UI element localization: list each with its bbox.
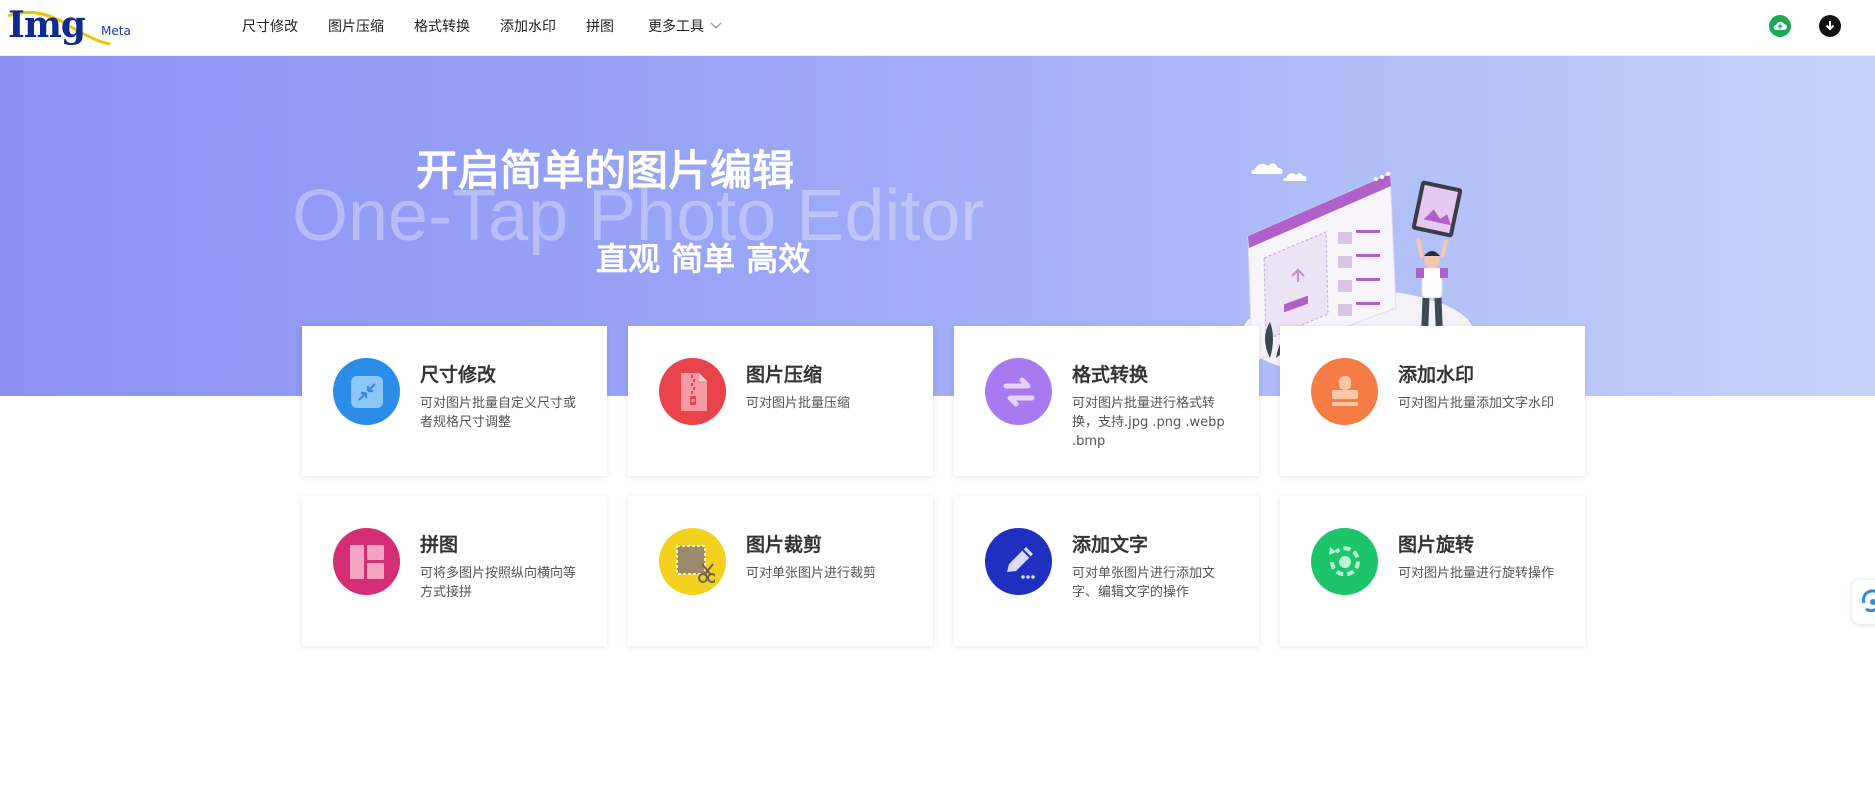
site-logo[interactable]: Img Meta: [7, 4, 138, 48]
tool-title: 格式转换: [1072, 364, 1149, 386]
tool-card-convert[interactable]: 格式转换 可对图片批量进行格式转换，支持.jpg .png .webp .bmp: [954, 326, 1259, 476]
rotate-icon: [1311, 528, 1378, 595]
tool-title: 图片旋转: [1398, 534, 1475, 556]
tool-card-collage[interactable]: 拼图 可将多图片按照纵向横向等方式接拼: [302, 496, 607, 646]
logo-subtext: Meta: [101, 24, 131, 38]
tool-card-crop[interactable]: 图片裁剪 可对单张图片进行裁剪: [628, 496, 933, 646]
side-floating-button[interactable]: [1852, 580, 1875, 624]
tool-title: 尺寸修改: [420, 364, 497, 386]
nav-label: 格式转换: [414, 19, 470, 35]
chevron-down-icon: [710, 22, 722, 29]
hero-title: 开启简单的图片编辑: [416, 146, 795, 195]
nav-label: 更多工具: [648, 19, 704, 35]
stamp-icon: [1311, 358, 1378, 425]
nav-item-watermark[interactable]: 添加水印: [500, 16, 556, 36]
tool-title: 图片压缩: [746, 364, 823, 386]
tool-title: 拼图: [420, 534, 459, 556]
compress-zip-icon: [659, 358, 726, 425]
collage-icon: [333, 528, 400, 595]
share-swirl-icon: [1861, 589, 1875, 613]
tool-card-compress[interactable]: 图片压缩 可对图片批量压缩: [628, 326, 933, 476]
tool-card-watermark[interactable]: 添加水印 可对图片批量添加文字水印: [1280, 326, 1585, 476]
tool-title: 图片裁剪: [746, 534, 823, 556]
hero-banner: One-Tap Photo Editor 开启简单的图片编辑 直观 简单 高效: [0, 56, 1875, 396]
nav-label: 图片压缩: [328, 19, 384, 35]
tool-card-rotate[interactable]: 图片旋转 可对图片批量进行旋转操作: [1280, 496, 1585, 646]
resize-icon: [333, 358, 400, 425]
tool-title: 添加文字: [1072, 534, 1149, 556]
tool-title: 添加水印: [1398, 364, 1475, 386]
nav-item-convert[interactable]: 格式转换: [414, 16, 470, 36]
nav-item-more-tools[interactable]: 更多工具: [648, 16, 722, 36]
tool-description: 可对图片批量压缩: [746, 396, 851, 411]
tool-description: 可对图片批量添加文字水印: [1398, 396, 1555, 411]
nav-item-resize[interactable]: 尺寸修改: [242, 16, 298, 36]
tool-description: 可对图片批量进行旋转操作: [1398, 566, 1555, 581]
nav-label: 添加水印: [500, 19, 556, 35]
main-nav: 尺寸修改 图片压缩 格式转换 添加水印 拼图 更多工具: [242, 0, 752, 52]
tool-description: 可对图片批量进行格式转换，支持.jpg .png .webp .bmp: [1072, 396, 1225, 449]
crop-scissors-icon: [659, 528, 726, 595]
nav-item-collage[interactable]: 拼图: [586, 16, 614, 36]
logo-text: Img: [8, 4, 86, 46]
cloud-upload-icon[interactable]: [1769, 15, 1791, 37]
tool-description: 可对单张图片进行裁剪: [746, 566, 877, 581]
tool-card-add-text[interactable]: 添加文字 可对单张图片进行添加文字、编辑文字的操作: [954, 496, 1259, 646]
tool-description: 可对图片批量自定义尺寸或者规格尺寸调整: [420, 396, 577, 430]
pencil-icon: [985, 528, 1052, 595]
nav-item-compress[interactable]: 图片压缩: [328, 16, 384, 36]
nav-label: 拼图: [586, 19, 614, 35]
top-header: Img Meta 尺寸修改 图片压缩 格式转换 添加水印 拼图 更多工具: [0, 0, 1875, 56]
nav-label: 尺寸修改: [242, 19, 298, 35]
tool-description: 可将多图片按照纵向横向等方式接拼: [420, 566, 577, 600]
download-icon[interactable]: [1819, 15, 1841, 37]
tool-card-resize[interactable]: 尺寸修改 可对图片批量自定义尺寸或者规格尺寸调整: [302, 326, 607, 476]
convert-arrows-icon: [985, 358, 1052, 425]
tool-description: 可对单张图片进行添加文字、编辑文字的操作: [1072, 566, 1216, 600]
hero-subtitle: 直观 简单 高效: [596, 240, 811, 278]
